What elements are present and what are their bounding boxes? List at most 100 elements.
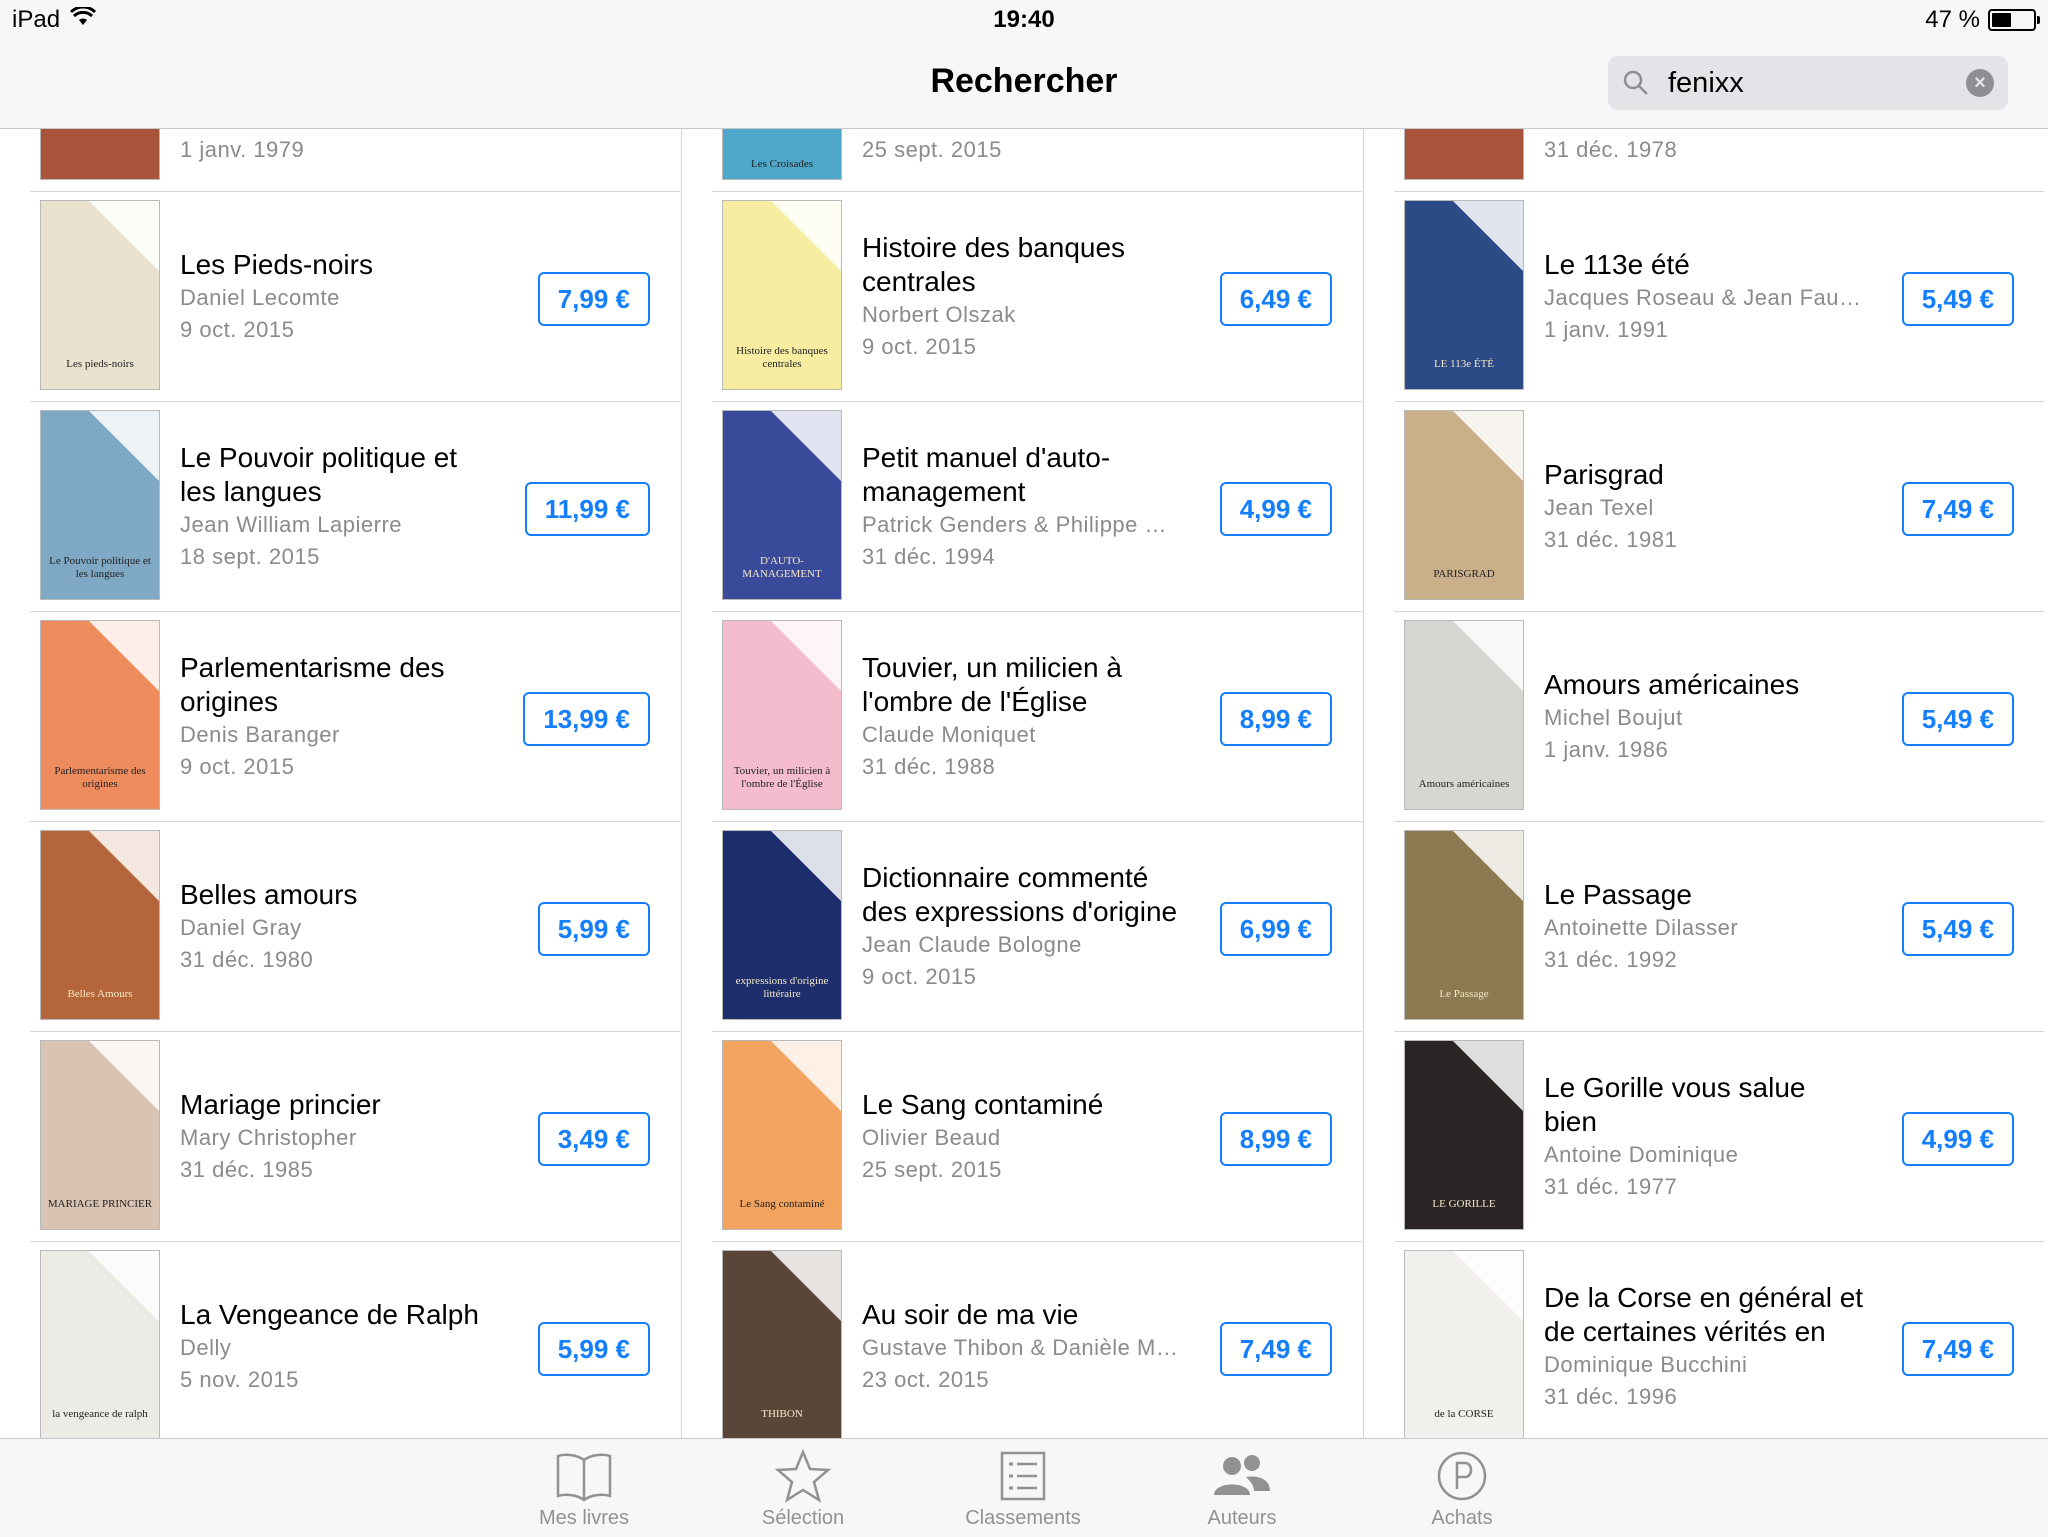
book-title[interactable]: Dictionnaire commenté des expressions d'… bbox=[862, 861, 1182, 929]
search-bar[interactable]: × bbox=[1608, 56, 2008, 110]
tab-label: Sélection bbox=[761, 1507, 845, 1529]
book-cell[interactable]: THIBON Au soir de ma vie Gustave Thibon & … bbox=[712, 1242, 1362, 1440]
battery-level bbox=[1992, 13, 2011, 27]
tab-authors[interactable]: Auteurs bbox=[1152, 1447, 1332, 1530]
price-button[interactable]: 4,99 € bbox=[1219, 482, 1332, 536]
book-cover: Histoire des banques centrales bbox=[722, 200, 842, 390]
tab-my-books[interactable]: Mes livres bbox=[494, 1447, 674, 1530]
book-cell[interactable]: la vengeance de ralph La Vengeance de Ral… bbox=[30, 1242, 680, 1440]
book-title[interactable]: Touvier, un milicien à l'ombre de l'Égli… bbox=[862, 651, 1182, 719]
book-author: Jean William Lapierre bbox=[180, 512, 403, 537]
price-button[interactable]: 5,49 € bbox=[1901, 272, 2014, 326]
book-cover-text: Belles Amours bbox=[67, 988, 133, 1000]
book-icon bbox=[494, 1447, 674, 1505]
book-cover-text: Les Croisades bbox=[750, 158, 813, 170]
book-title[interactable]: Parisgrad bbox=[1544, 458, 1864, 492]
price-button[interactable]: 7,49 € bbox=[1219, 1322, 1332, 1376]
status-battery: 47 % bbox=[1925, 6, 2040, 34]
book-cell[interactable]: PARISGRAD Parisgrad Jean Texel 31 déc. 1981… bbox=[1394, 402, 2044, 612]
book-author: Claude Moniquet bbox=[862, 722, 1036, 747]
price-button[interactable]: 6,49 € bbox=[1219, 272, 1332, 326]
battery-icon bbox=[1988, 9, 2040, 31]
book-date: 31 déc. 1994 bbox=[862, 544, 996, 569]
book-date: 9 oct. 2015 bbox=[180, 754, 295, 779]
book-cover: Le Pouvoir politique et les langues bbox=[40, 410, 160, 600]
cover-corner-decoration bbox=[89, 201, 159, 271]
book-author: Jean Claude Bologne bbox=[862, 932, 1082, 957]
book-title[interactable]: Le Pouvoir politique et les langues bbox=[180, 441, 500, 509]
book-cell[interactable]: Les pieds-noirs Les Pieds-noirs Daniel Lec… bbox=[30, 192, 680, 402]
book-date: 31 déc. 1996 bbox=[1544, 1384, 1678, 1409]
book-title[interactable]: Le Gorille vous salue bien bbox=[1544, 1071, 1864, 1139]
book-title[interactable]: Histoire des banques centrales bbox=[862, 231, 1182, 299]
book-cover-text: PARISGRAD bbox=[1433, 568, 1495, 580]
price-button[interactable]: 13,99 € bbox=[523, 692, 650, 746]
price-button[interactable]: 7,49 € bbox=[1901, 1322, 2014, 1376]
book-title[interactable]: Amours américaines bbox=[1544, 668, 1864, 702]
book-cell[interactable]: LE GORILLE Le Gorille vous salue bien Anto… bbox=[1394, 1032, 2044, 1242]
book-date: 31 déc. 1980 bbox=[180, 947, 314, 972]
search-results-grid: 1 janv. 1979 Les Croisades 25 sept. 2015 31… bbox=[0, 110, 2048, 1440]
book-date: 31 déc. 1988 bbox=[862, 754, 996, 779]
price-button[interactable]: 4,99 € bbox=[1901, 1112, 2014, 1166]
book-cell[interactable]: LE 113e ÉTÉ Le 113e été Jacques Roseau & J… bbox=[1394, 192, 2044, 402]
price-button[interactable]: 8,99 € bbox=[1219, 1112, 1332, 1166]
price-button[interactable]: 7,49 € bbox=[1901, 482, 2014, 536]
book-title[interactable]: Le Passage bbox=[1544, 878, 1864, 912]
book-author: Dominique Bucchini bbox=[1544, 1352, 1748, 1377]
cover-corner-decoration bbox=[1453, 621, 1523, 691]
book-cell[interactable]: D'AUTO-MANAGEMENT Petit manuel d'auto-man… bbox=[712, 402, 1362, 612]
book-cover: la vengeance de ralph bbox=[40, 1250, 160, 1440]
book-title[interactable]: La Vengeance de Ralph bbox=[180, 1298, 500, 1332]
book-author: Gustave Thibon & Danièle Masson bbox=[862, 1335, 1182, 1360]
book-cover-text: Amours américaines bbox=[1418, 778, 1510, 790]
book-title[interactable]: Mariage princier bbox=[180, 1088, 500, 1122]
book-date: 9 oct. 2015 bbox=[862, 334, 977, 359]
book-title[interactable]: Petit manuel d'auto-management bbox=[862, 441, 1182, 509]
price-button[interactable]: 8,99 € bbox=[1219, 692, 1332, 746]
tab-featured[interactable]: Sélection bbox=[713, 1447, 893, 1530]
book-cell[interactable]: expressions d'origine littéraire Dictionn… bbox=[712, 822, 1362, 1032]
price-button[interactable]: 7,99 € bbox=[537, 272, 650, 326]
search-input[interactable] bbox=[1662, 66, 1958, 100]
book-title[interactable]: Le Sang contaminé bbox=[862, 1088, 1182, 1122]
book-cover: Belles Amours bbox=[40, 830, 160, 1020]
book-title[interactable]: Belles amours bbox=[180, 878, 500, 912]
book-cell[interactable]: Le Pouvoir politique et les langues Le Po… bbox=[30, 402, 680, 612]
book-cell[interactable]: Amours américaines Amours américaines Mich… bbox=[1394, 612, 2044, 822]
book-cell[interactable]: Parlementarisme des origines Parlementari… bbox=[30, 612, 680, 822]
price-button[interactable]: 6,99 € bbox=[1219, 902, 1332, 956]
price-button[interactable]: 11,99 € bbox=[524, 482, 650, 536]
book-cover-text: de la CORSE bbox=[1434, 1408, 1494, 1420]
book-cell[interactable]: Le Sang contaminé Le Sang contaminé Olivie… bbox=[712, 1032, 1362, 1242]
book-date: 31 déc. 1978 bbox=[1544, 137, 1678, 162]
purchased-icon bbox=[1372, 1447, 1552, 1505]
book-cover-text: LE GORILLE bbox=[1432, 1198, 1496, 1210]
book-title[interactable]: Parlementarisme des origines bbox=[180, 651, 500, 719]
book-cell[interactable]: Le Passage Le Passage Antoinette Dilasser 3… bbox=[1394, 822, 2044, 1032]
book-cell[interactable]: Histoire des banques centrales Histoire d… bbox=[712, 192, 1362, 402]
price-button[interactable]: 5,49 € bbox=[1901, 692, 2014, 746]
book-author: Norbert Olszak bbox=[862, 302, 1016, 327]
cover-corner-decoration bbox=[771, 411, 841, 481]
book-title[interactable]: De la Corse en général et de certaines v… bbox=[1544, 1281, 1864, 1349]
clear-search-icon[interactable]: × bbox=[1966, 69, 1994, 97]
tab-top-charts[interactable]: Classements bbox=[933, 1447, 1113, 1530]
price-button[interactable]: 5,99 € bbox=[537, 1322, 650, 1376]
book-title[interactable]: Les Pieds-noirs bbox=[180, 248, 500, 282]
book-title[interactable]: Au soir de ma vie bbox=[862, 1298, 1182, 1332]
book-cell[interactable]: de la CORSE De la Corse en général et de … bbox=[1394, 1242, 2044, 1440]
price-button[interactable]: 5,99 € bbox=[537, 902, 650, 956]
book-author: Michel Boujut bbox=[1544, 705, 1683, 730]
price-button[interactable]: 5,49 € bbox=[1901, 902, 2014, 956]
book-author: Daniel Gray bbox=[180, 915, 302, 940]
book-author: Daniel Lecomte bbox=[180, 285, 340, 310]
cover-corner-decoration bbox=[1453, 411, 1523, 481]
book-cell[interactable]: Touvier, un milicien à l'ombre de l'Égli… bbox=[712, 612, 1362, 822]
book-author: Mary Christopher bbox=[180, 1125, 357, 1150]
book-title[interactable]: Le 113e été bbox=[1544, 248, 1864, 282]
tab-purchased[interactable]: Achats bbox=[1372, 1447, 1552, 1530]
book-cell[interactable]: Belles Amours Belles amours Daniel Gray 31 … bbox=[30, 822, 680, 1032]
book-cell[interactable]: MARIAGE PRINCIER Mariage princier Mary Chr… bbox=[30, 1032, 680, 1242]
price-button[interactable]: 3,49 € bbox=[537, 1112, 650, 1166]
